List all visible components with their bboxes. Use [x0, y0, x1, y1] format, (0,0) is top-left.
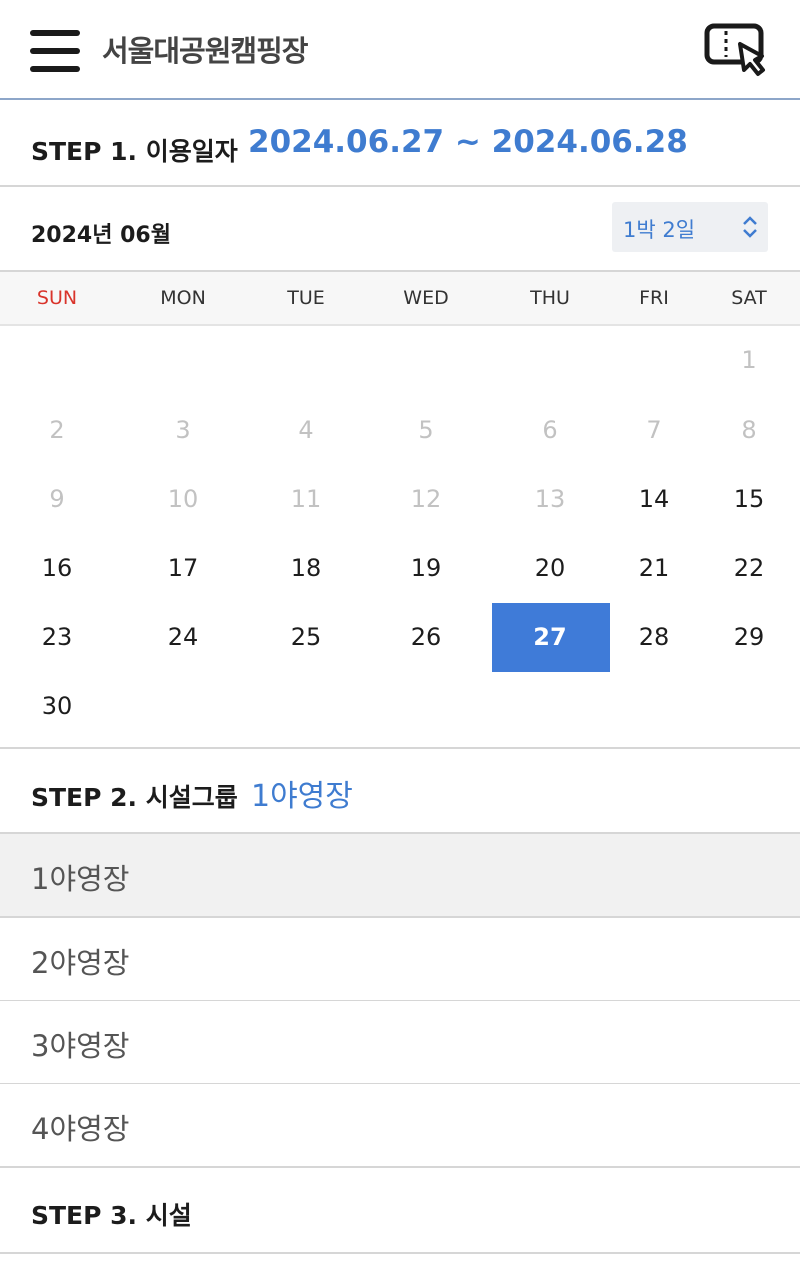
- calendar-day[interactable]: 23: [42, 623, 73, 651]
- group-item-label: 1야영장: [31, 862, 130, 896]
- hamburger-menu-icon[interactable]: [30, 30, 80, 72]
- weekday-sun: SUN: [36, 287, 78, 309]
- calendar-day: 8: [741, 416, 757, 444]
- calendar-day: 13: [534, 485, 566, 513]
- calendar-day: 3: [175, 416, 191, 444]
- calendar-day: 2: [49, 416, 65, 444]
- group-item-label: 3야영장: [31, 1029, 130, 1063]
- calendar-day[interactable]: 19: [411, 554, 442, 582]
- step3-label: STEP 3. 시설: [31, 1201, 192, 1230]
- calendar-day[interactable]: 16: [42, 554, 73, 582]
- calendar-day[interactable]: 26: [411, 623, 442, 651]
- selected-date-range: 2024.06.27 ~ 2024.06.28: [248, 124, 688, 160]
- weekday-mon: MON: [160, 287, 206, 309]
- calendar-month-row: 2024년 06월 1박 2일: [0, 187, 800, 272]
- calendar-day[interactable]: 15: [734, 485, 765, 513]
- calendar-day[interactable]: 17: [168, 554, 199, 582]
- chevron-updown-icon: [743, 216, 757, 238]
- group-item-label: 4야영장: [31, 1112, 130, 1146]
- calendar-day[interactable]: 24: [168, 623, 199, 651]
- nights-select[interactable]: 1박 2일: [612, 202, 768, 252]
- calendar-day-selected[interactable]: 27: [533, 623, 566, 651]
- calendar-day[interactable]: 28: [639, 623, 670, 651]
- calendar-day[interactable]: 14: [639, 485, 670, 513]
- calendar-day[interactable]: 18: [291, 554, 322, 582]
- weekday-thu: THU: [530, 287, 570, 309]
- step1-label: STEP 1. 이용일자: [31, 137, 238, 166]
- calendar-day[interactable]: 22: [734, 554, 765, 582]
- step2-label: STEP 2. 시설그룹: [31, 783, 238, 812]
- calendar-day: 11: [290, 485, 322, 513]
- calendar-day: 12: [410, 485, 442, 513]
- calendar-day[interactable]: 29: [734, 623, 765, 651]
- group-item-2[interactable]: 2야영장: [0, 918, 800, 1002]
- calendar-day: 10: [167, 485, 199, 513]
- calendar-day[interactable]: 25: [291, 623, 322, 651]
- calendar-day: 5: [418, 416, 434, 444]
- calendar-month-label: 2024년 06월: [31, 223, 171, 248]
- calendar-day[interactable]: 20: [535, 554, 566, 582]
- group-item-1[interactable]: 1야영장: [0, 834, 800, 918]
- weekday-sat: SAT: [731, 287, 767, 309]
- group-item-4[interactable]: 4야영장: [0, 1084, 800, 1168]
- reservation-check-icon[interactable]: [704, 22, 770, 78]
- step2-row: STEP 2. 시설그룹 1야영장: [0, 747, 800, 834]
- app-title: 서울대공원캠핑장: [102, 34, 308, 68]
- app-header: 서울대공원캠핑장: [0, 0, 800, 100]
- nights-select-value: 1박 2일: [623, 218, 696, 242]
- weekday-fri: FRI: [639, 287, 669, 309]
- calendar-day[interactable]: 30: [42, 692, 73, 720]
- calendar-weekday-header: SUN MON TUE WED THU FRI SAT: [0, 272, 800, 326]
- calendar-day: 4: [298, 416, 314, 444]
- calendar-day: 9: [49, 485, 65, 513]
- calendar-day: 6: [542, 416, 558, 444]
- weekday-tue: TUE: [287, 287, 325, 309]
- calendar-day: 7: [646, 416, 662, 444]
- selected-facility-group: 1야영장: [251, 779, 353, 814]
- group-item-3[interactable]: 3야영장: [0, 1001, 800, 1085]
- step3-row: STEP 3. 시설: [0, 1168, 800, 1254]
- group-item-label: 2야영장: [31, 946, 130, 980]
- calendar-day: 1: [741, 346, 757, 374]
- step1-row: STEP 1. 이용일자 2024.06.27 ~ 2024.06.28: [0, 102, 800, 187]
- weekday-wed: WED: [403, 287, 449, 309]
- calendar-day[interactable]: 21: [639, 554, 670, 582]
